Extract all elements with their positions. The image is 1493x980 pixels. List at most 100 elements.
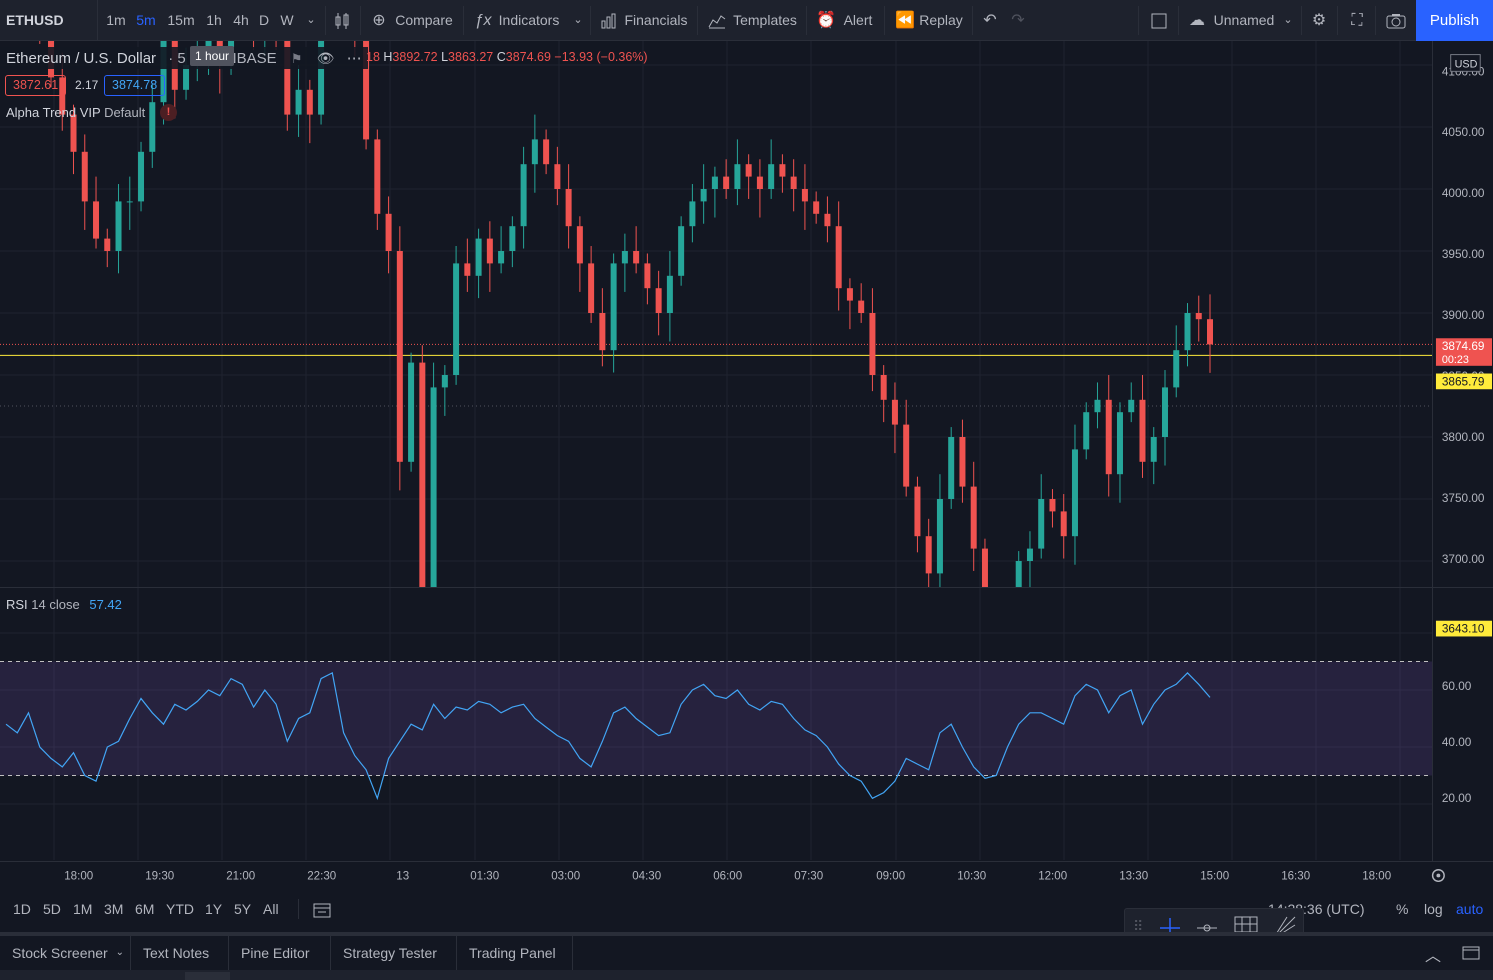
interval-15m[interactable]: 15m <box>165 0 197 41</box>
range-6m[interactable]: 6M <box>135 890 154 928</box>
percent-toggle[interactable]: % <box>1396 890 1408 928</box>
indicator-legend[interactable]: Alpha Trend VIP Default <box>6 105 145 120</box>
cloud-icon[interactable]: ☁ <box>1184 0 1210 41</box>
replay-rewind-icon[interactable]: ⏪ <box>894 0 916 41</box>
time-tick-label: 13:30 <box>1119 870 1148 882</box>
maximize-panel-icon[interactable] <box>1462 945 1480 964</box>
range-5d[interactable]: 5D <box>43 890 61 928</box>
ohlc-prefix: 18 <box>366 50 380 64</box>
sell-price-box[interactable]: 3872.61 <box>5 75 67 96</box>
interval-1h[interactable]: 1h <box>202 0 226 41</box>
tab-stock-screener[interactable]: Stock Screener ⌄ <box>0 936 131 970</box>
range-3m[interactable]: 3M <box>104 890 123 928</box>
layout-square-icon[interactable] <box>1148 0 1170 41</box>
candle-body <box>745 164 752 177</box>
axis-settings-icon <box>1431 868 1445 883</box>
candle-body <box>1083 412 1090 450</box>
rsi-chart[interactable] <box>0 588 1432 860</box>
interval-1m[interactable]: 1m <box>103 0 129 41</box>
candle-body <box>430 387 437 587</box>
candles-icon[interactable] <box>328 0 356 41</box>
top-toolbar: ETHUSD 1m 5m 15m 1h 4h D W ⌄ ⊕ Compare ƒ… <box>0 0 1493 41</box>
error-badge-icon[interactable]: ! <box>160 104 177 121</box>
tab-strategy-tester[interactable]: Strategy Tester <box>331 936 457 970</box>
compare-plus-icon[interactable]: ⊕ <box>368 0 390 41</box>
symbol-search-button[interactable]: ETHUSD <box>0 0 98 41</box>
candle-body <box>464 263 471 276</box>
rsi-legend[interactable]: RSI 14 close 57.42 <box>6 597 122 612</box>
support-resistance-lines <box>0 343 1432 407</box>
financials-icon[interactable] <box>598 0 620 41</box>
candle-body <box>81 151 88 202</box>
undo-icon[interactable]: ↶ <box>978 0 1002 41</box>
interval-4h[interactable]: 4h <box>229 0 253 41</box>
compare-button[interactable]: Compare <box>392 0 456 41</box>
replay-button[interactable]: Replay <box>917 0 965 41</box>
time-tick-label: 15:00 <box>1200 870 1229 882</box>
candle-body <box>1060 511 1067 537</box>
time-tick-label: 01:30 <box>470 870 499 882</box>
auto-toggle[interactable]: auto <box>1456 890 1483 928</box>
chevron-up-icon[interactable]: ︿ <box>1425 942 1441 966</box>
fullscreen-icon[interactable]: ⛶ <box>1344 0 1370 41</box>
range-5y[interactable]: 5Y <box>234 890 251 928</box>
tab-pine-editor[interactable]: Pine Editor <box>229 936 331 970</box>
candle-body <box>858 300 865 313</box>
time-tick-label: 04:30 <box>632 870 661 882</box>
log-toggle[interactable]: log <box>1424 890 1443 928</box>
indicator-param: Default <box>104 105 146 120</box>
candle-body <box>385 213 392 251</box>
price-label-text: 3874.69 <box>1442 339 1485 353</box>
buy-price-box[interactable]: 3874.78 <box>104 75 166 96</box>
candle-body <box>948 437 955 499</box>
range-1m[interactable]: 1M <box>73 890 92 928</box>
time-tick-label: 19:30 <box>145 870 174 882</box>
candle-body <box>925 536 932 574</box>
price-chart[interactable] <box>0 41 1432 587</box>
candle-body <box>498 251 505 264</box>
tab-text-notes[interactable]: Text Notes <box>131 936 229 970</box>
chevron-down-icon[interactable]: ⌄ <box>116 936 124 970</box>
candle-body <box>1173 350 1180 388</box>
publish-button[interactable]: Publish <box>1416 0 1493 41</box>
templates-button[interactable]: Templates <box>730 0 800 41</box>
price-grid <box>0 41 1432 587</box>
range-ytd[interactable]: YTD <box>166 890 194 928</box>
range-all[interactable]: All <box>263 890 279 928</box>
price-axis[interactable]: 4100.004050.004000.003950.003900.003850.… <box>1432 41 1493 861</box>
interval-d[interactable]: D <box>255 0 273 41</box>
candle-body <box>93 201 100 239</box>
candle-body <box>576 226 583 264</box>
candle-body <box>959 437 966 487</box>
layout-name-button[interactable]: Unnamed <box>1212 0 1276 41</box>
range-1d[interactable]: 1D <box>13 890 31 928</box>
chevron-down-icon[interactable]: ⌄ <box>300 0 322 41</box>
templates-icon[interactable] <box>706 0 728 41</box>
candle-body <box>914 486 921 537</box>
chevron-down-icon[interactable]: ⌄ <box>1278 0 1298 41</box>
camera-snapshot-icon[interactable] <box>1382 0 1410 41</box>
redo-icon[interactable]: ↷ <box>1006 0 1030 41</box>
settings-gear-icon[interactable]: ⚙ <box>1306 0 1332 41</box>
more-dots-icon[interactable]: ⋯ <box>347 50 362 67</box>
range-1y[interactable]: 1Y <box>205 890 222 928</box>
interval-w[interactable]: W <box>277 0 297 41</box>
alert-button[interactable]: Alert <box>839 0 877 41</box>
flag-icon[interactable]: ⚑ <box>291 51 303 66</box>
rsi-tick-label: 20.00 <box>1442 791 1472 805</box>
candle-body <box>295 89 302 115</box>
candle-body <box>1094 399 1101 413</box>
eye-icon[interactable]: 👁 <box>317 50 335 66</box>
financials-button[interactable]: Financials <box>622 0 690 41</box>
alarm-clock-icon[interactable]: ⏰ <box>815 0 837 41</box>
symbol-legend[interactable]: Ethereum / U.S. Dollar · 5 · COINBASE ⚑ … <box>0 47 368 69</box>
chevron-down-icon[interactable]: ⌄ <box>568 0 588 41</box>
goto-date-icon[interactable] <box>313 890 331 928</box>
change-value: −13.93 (−0.36%) <box>554 50 648 64</box>
indicators-fx-icon[interactable]: ƒx <box>472 0 494 41</box>
time-axis[interactable]: 18:00 19:30 21:00 22:30 13 01:30 03:00 04:30 06:… <box>0 861 1493 889</box>
indicators-button[interactable]: Indicators <box>496 0 562 41</box>
tab-trading-panel[interactable]: Trading Panel <box>457 936 573 970</box>
interval-5m[interactable]: 5m <box>133 0 159 41</box>
candle-body <box>903 424 910 487</box>
